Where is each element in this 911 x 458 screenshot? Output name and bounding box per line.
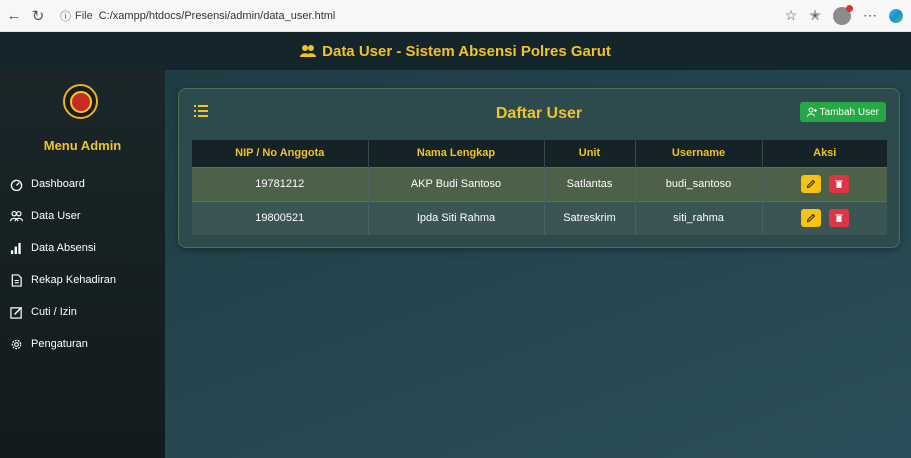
sidebar: Menu Admin Dashboard Data User Data Abse…	[0, 70, 165, 458]
delete-button[interactable]	[828, 209, 849, 228]
table-row: 19800521 Ipda Siti Rahma Satreskrim siti…	[192, 200, 887, 235]
sidebar-item-rekap-kehadiran[interactable]: Rekap Kehadiran	[0, 264, 165, 296]
column-header-nama: Nama Lengkap	[368, 140, 545, 167]
sidebar-item-label: Pengaturan	[31, 338, 88, 350]
add-user-button[interactable]: Tambah User	[799, 102, 886, 122]
trash-icon	[835, 214, 843, 223]
users-icon	[300, 45, 317, 57]
edit-button[interactable]	[800, 209, 821, 228]
sidebar-item-cuti-izin[interactable]: Cuti / Izin	[0, 296, 165, 328]
browser-toolbar: ← ↻ ⓘ File C:/xampp/htdocs/Presensi/admi…	[0, 0, 911, 32]
gear-icon	[10, 338, 23, 351]
copilot-icon[interactable]	[889, 8, 903, 23]
cell-nama: AKP Budi Santoso	[368, 166, 545, 201]
sidebar-item-data-absensi[interactable]: Data Absensi	[0, 232, 165, 264]
refresh-icon[interactable]: ↻	[28, 6, 48, 26]
favorite-star-icon[interactable]: ☆	[785, 7, 798, 24]
dashboard-icon	[10, 178, 23, 191]
sidebar-item-label: Data Absensi	[31, 242, 96, 254]
user-table: NIP / No Anggota Nama Lengkap Unit Usern…	[192, 140, 887, 235]
url-scheme: File	[75, 9, 93, 22]
pencil-icon	[806, 214, 815, 223]
info-icon: ⓘ	[60, 10, 71, 23]
delete-button[interactable]	[828, 175, 849, 193]
cell-aksi	[762, 166, 887, 201]
card-title: Daftar User	[495, 105, 583, 122]
edit-button[interactable]	[800, 175, 821, 193]
table-row: 19781212 AKP Budi Santoso Satlantas budi…	[192, 166, 887, 201]
favorites-list-icon[interactable]: ✭	[809, 7, 821, 24]
cell-nip: 19800521	[192, 200, 369, 235]
cell-aksi	[762, 200, 887, 235]
column-header-unit: Unit	[544, 140, 636, 167]
page-title-text: Data User - Sistem Absensi Polres Garut	[322, 42, 611, 60]
sidebar-item-dashboard[interactable]: Dashboard	[0, 168, 165, 200]
sidebar-item-data-user[interactable]: Data User	[0, 200, 165, 232]
table-header-row: NIP / No Anggota Nama Lengkap Unit Usern…	[192, 140, 887, 167]
document-icon	[10, 273, 23, 287]
users-icon	[10, 210, 23, 223]
cell-username: siti_rahma	[635, 200, 763, 235]
back-icon[interactable]: ←	[4, 6, 24, 26]
cell-nama: Ipda Siti Rahma	[368, 200, 545, 235]
cell-unit: Satreskrim	[544, 200, 636, 235]
trash-icon	[835, 180, 843, 188]
edit-icon	[10, 306, 23, 319]
profile-avatar[interactable]	[833, 4, 853, 25]
sidebar-item-label: Cuti / Izin	[31, 306, 77, 318]
sidebar-title: Menu Admin	[43, 138, 122, 153]
column-header-nip: NIP / No Anggota	[192, 140, 369, 167]
cell-unit: Satlantas	[544, 166, 636, 201]
column-header-username: Username	[635, 140, 763, 167]
add-user-label: Tambah User	[819, 106, 879, 118]
column-header-aksi: Aksi	[762, 140, 887, 167]
user-list-card: Daftar User Tambah User NIP / No Anggota…	[178, 88, 900, 248]
card-header: Daftar User Tambah User	[179, 89, 899, 139]
app: Data User - Sistem Absensi Polres Garut …	[0, 32, 911, 458]
add-user-icon	[806, 107, 817, 117]
url-text: C:/xampp/htdocs/Presensi/admin/data_user…	[98, 9, 336, 22]
cell-nip: 19781212	[192, 166, 369, 201]
top-bar: Data User - Sistem Absensi Polres Garut	[0, 32, 911, 70]
sidebar-item-label: Data User	[31, 210, 81, 222]
chart-icon	[10, 242, 23, 255]
cell-username: budi_santoso	[635, 166, 763, 201]
polres-logo	[63, 84, 98, 119]
sidebar-item-pengaturan[interactable]: Pengaturan	[0, 328, 165, 360]
page-title: Data User - Sistem Absensi Polres Garut	[300, 43, 611, 60]
sidebar-item-label: Dashboard	[31, 178, 85, 190]
pencil-icon	[806, 179, 815, 189]
address-bar[interactable]: ⓘ File C:/xampp/htdocs/Presensi/admin/da…	[54, 5, 341, 27]
more-icon[interactable]: ⋯	[863, 7, 877, 24]
sidebar-menu: Dashboard Data User Data Absensi Rekap K…	[0, 168, 165, 360]
sidebar-item-label: Rekap Kehadiran	[31, 274, 117, 286]
